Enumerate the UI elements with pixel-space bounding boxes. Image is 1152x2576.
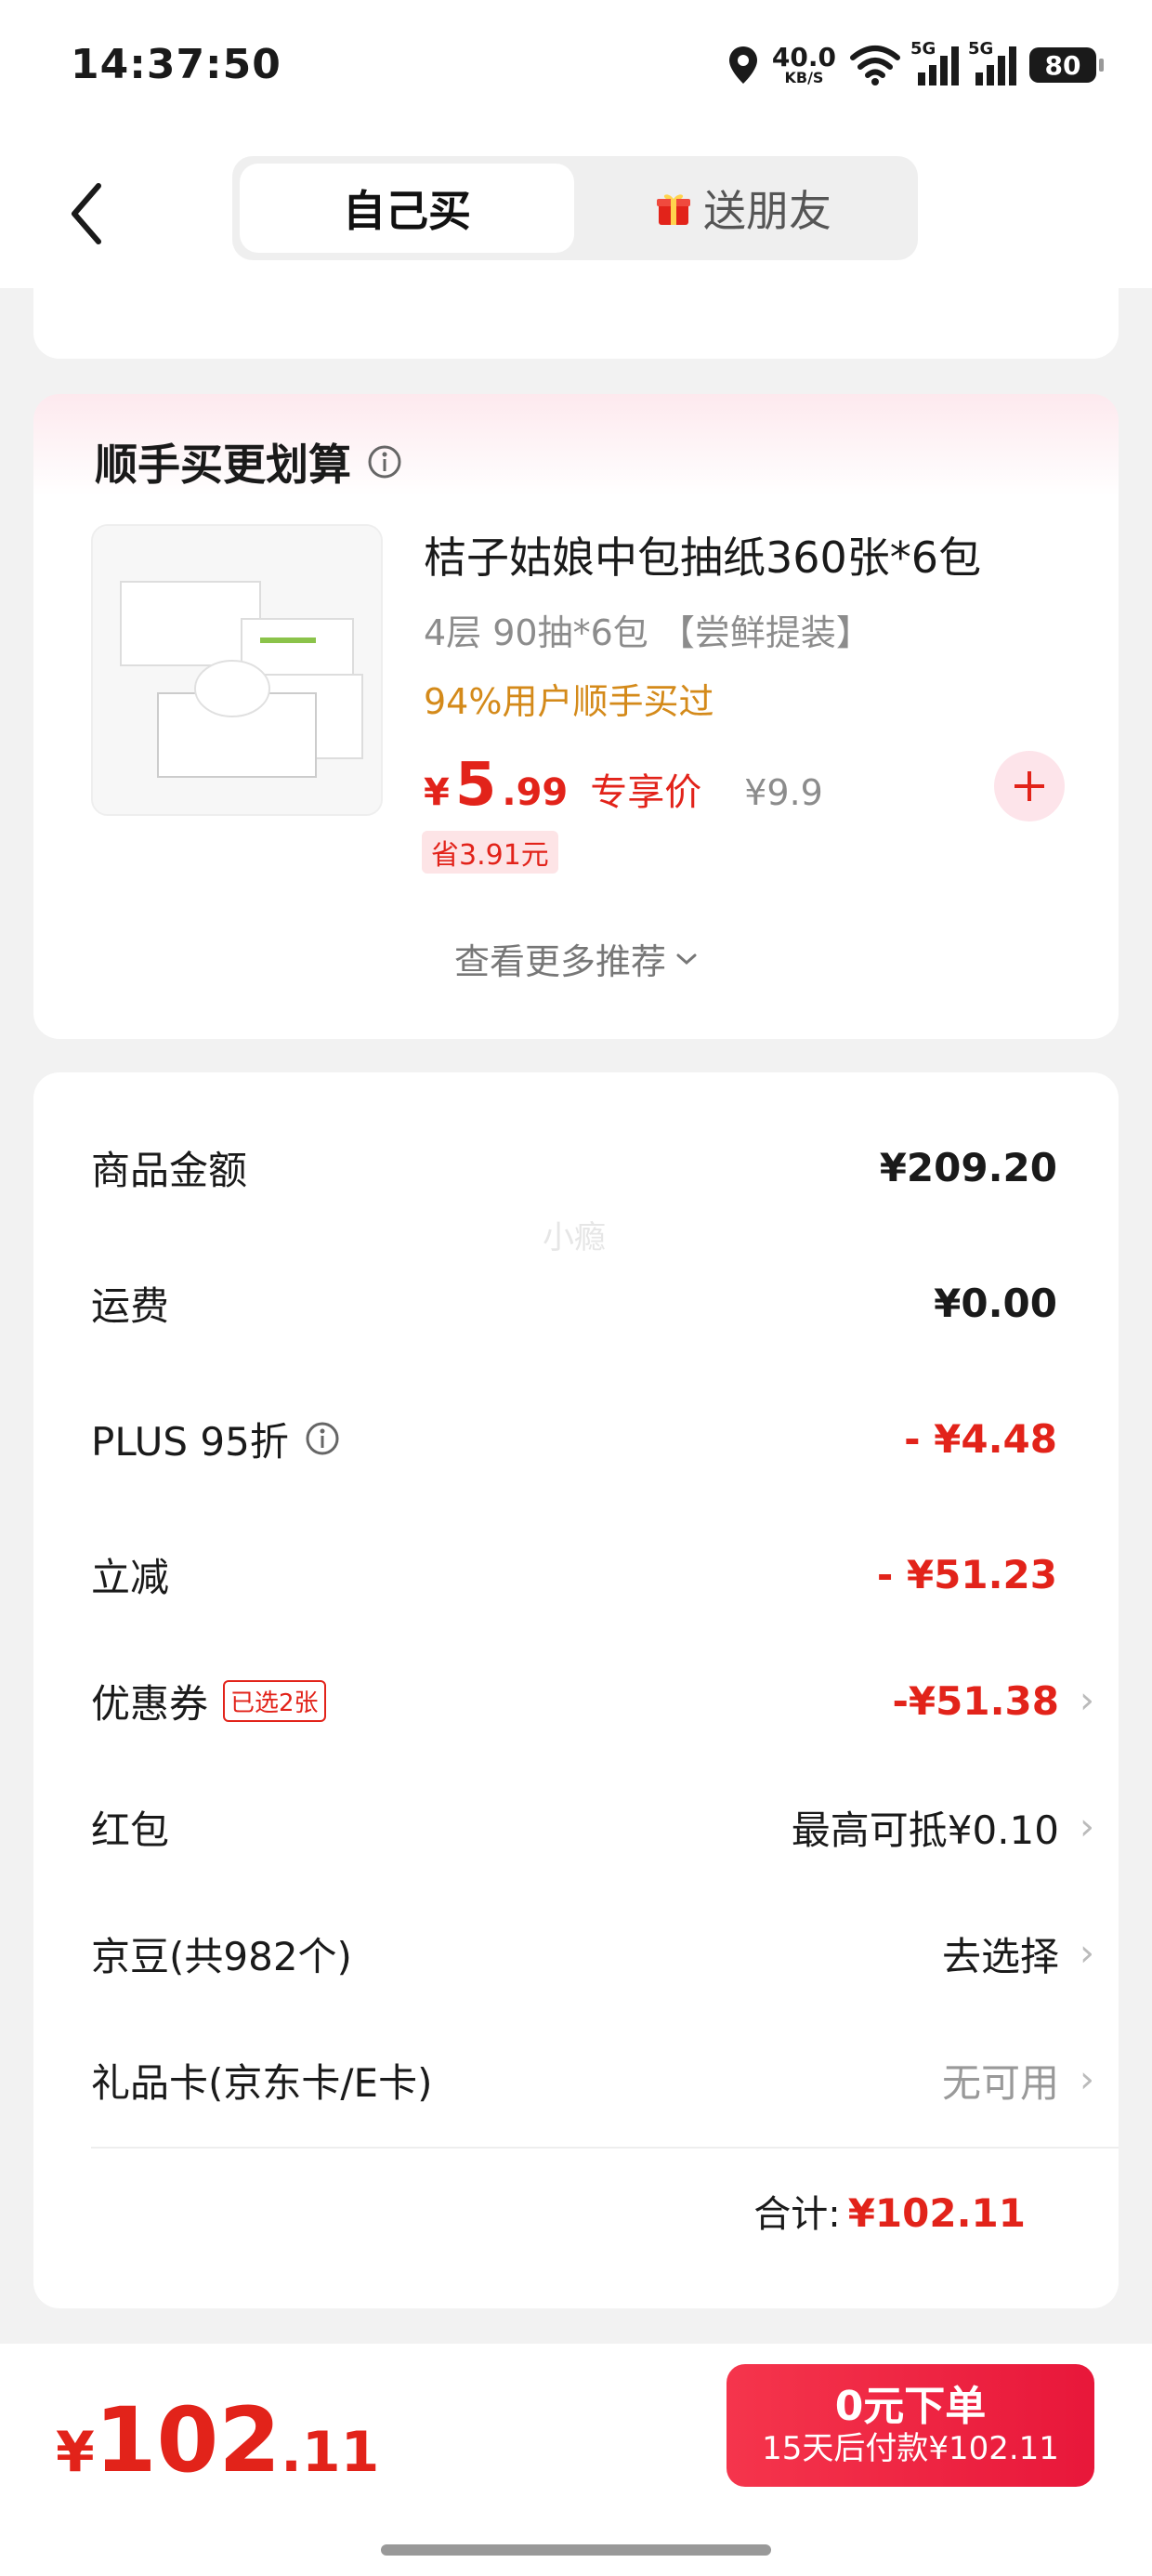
product-image[interactable] [91,524,383,816]
chevron-down-icon [676,953,697,965]
network-speed: 40.0 KB/S [772,45,836,85]
original-price: ¥9.9 [744,772,823,813]
row-goods-amount: 商品金额 ¥209.20 [91,1130,1057,1204]
info-icon[interactable] [304,1420,341,1457]
plus-icon [1015,771,1044,801]
order-summary-card: 小瘾 商品金额 ¥209.20 运费 ¥0.00 PLUS 95折 - ¥4.4… [33,1072,1119,2308]
gift-icon [657,194,690,225]
tab-send-to-friend[interactable]: 送朋友 [576,164,910,253]
row-label: 红包 [91,1807,170,1853]
place-order-sub-label: 15天后付款¥102.11 [762,2429,1059,2467]
signal-type-1: 5G [910,39,936,59]
price-integer: 5 [454,751,497,820]
chevron-right-icon: › [1080,1932,1094,1975]
tab-buy-for-self[interactable]: 自己买 [240,164,574,253]
watermark: 小瘾 [543,1219,606,1256]
row-value: ¥209.20 [879,1144,1057,1190]
chevron-right-icon: › [1080,2058,1094,2101]
row-label: 优惠券 [91,1680,209,1727]
row-coupon[interactable]: 优惠券 已选2张 -¥51.38 › [91,1663,1094,1738]
product-price: ¥ 5 .99 专享价 ¥9.9 [424,751,823,820]
network-speed-unit: KB/S [784,69,824,86]
row-red-packet[interactable]: 红包 最高可抵¥0.10 › [91,1790,1094,1864]
recommend-title-text: 顺手买更划算 [95,440,351,490]
row-label: 京豆(共982个) [91,1933,352,1979]
row-gift-card[interactable]: 礼品卡(京东卡/E卡) 无可用 › [91,2043,1094,2117]
row-value: - ¥51.23 [876,1551,1057,1597]
order-total: 合计: ¥102.11 [753,2184,1026,2238]
row-label: 立减 [91,1554,170,1600]
wifi-icon [850,46,900,85]
previous-card [33,269,1119,359]
row-label: 礼品卡(京东卡/E卡) [91,2059,433,2106]
recommend-card: 顺手买更划算 桔子姑娘中包抽纸360张*6包 4层 90抽*6包 【尝鲜提装】 … [33,394,1119,1039]
location-icon [728,46,757,84]
price-decimal: .99 [502,771,569,814]
back-arrow-icon[interactable] [61,177,113,251]
row-value: - ¥4.48 [904,1415,1057,1462]
row-label: PLUS 95折 [91,1418,289,1465]
total-label: 合计: [753,2193,841,2236]
row-value: ¥0.00 [934,1280,1057,1326]
see-more-label: 查看更多推荐 [453,941,666,982]
divider [91,2147,1119,2149]
product-title[interactable]: 桔子姑娘中包抽纸360张*6包 [424,524,981,585]
signal-icon: 5G [910,39,959,85]
info-icon[interactable] [366,443,403,480]
coupon-selected-tag: 已选2张 [223,1679,326,1722]
row-value: 最高可抵¥0.10 [791,1807,1059,1853]
checkout-price-integer: 102 [94,2388,281,2492]
status-time: 14:37:50 [71,41,281,88]
tissue-box-image [93,526,381,814]
checkout-price: ¥ 102 .11 [56,2388,379,2492]
header: 自己买 送朋友 [0,139,1152,288]
row-value: 去选择 [941,1933,1059,1979]
chevron-right-icon: › [1080,1806,1094,1848]
row-label: 运费 [91,1282,170,1329]
tab-send-to-friend-label: 送朋友 [703,186,831,236]
add-to-order-button[interactable] [994,751,1065,821]
row-value: -¥51.38 [892,1677,1059,1724]
place-order-main-label: 0元下单 [834,2383,987,2431]
row-label: 商品金额 [91,1147,248,1193]
status-icons: 40.0 KB/S 5G 5G 80 [727,37,1104,93]
row-plus-discount: PLUS 95折 - ¥4.48 [91,1401,1057,1476]
place-order-button[interactable]: 0元下单 15天后付款¥102.11 [727,2364,1094,2487]
battery-icon: 80 [1029,47,1104,83]
signal-icon-2: 5G [968,39,1016,85]
chevron-right-icon: › [1080,1679,1094,1722]
see-more-recommendations[interactable]: 查看更多推荐 [33,933,1119,984]
product-buy-rate: 94%用户顺手买过 [424,681,714,722]
total-value: ¥102.11 [847,2190,1026,2236]
checkout-bar: ¥ 102 .11 0元下单 15天后付款¥102.11 [0,2344,1152,2576]
row-instant-discount: 立减 - ¥51.23 [91,1537,1057,1611]
network-speed-value: 40.0 [771,42,836,72]
row-shipping: 运费 ¥0.00 [91,1266,1057,1340]
signal-type-2: 5G [968,39,994,59]
home-indicator[interactable] [381,2544,771,2556]
checkout-price-symbol: ¥ [56,2420,95,2485]
purchase-mode-switch: 自己买 送朋友 [232,156,918,260]
checkout-price-decimal: .11 [281,2420,380,2485]
price-symbol: ¥ [424,771,450,814]
row-jd-beans[interactable]: 京豆(共982个) 去选择 › [91,1916,1094,1991]
save-badge: 省3.91元 [422,831,558,874]
recommend-title: 顺手买更划算 [95,431,403,493]
product-spec: 4层 90抽*6包 【尝鲜提装】 [424,612,871,653]
row-value: 无可用 [941,2059,1059,2106]
status-bar: 14:37:50 40.0 KB/S 5G 5G 80 [0,0,1152,139]
exclusive-price-label: 专享价 [590,771,702,814]
